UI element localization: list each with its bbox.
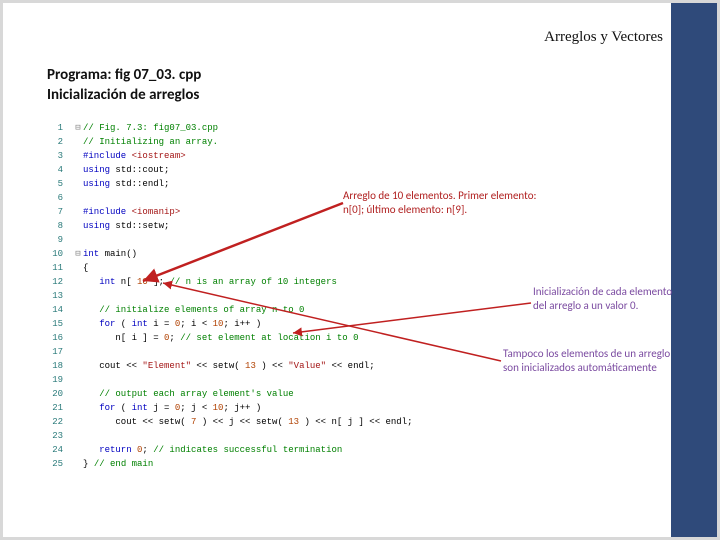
line-number: 20 — [47, 387, 63, 401]
code-block: 1⊟// Fig. 7.3: fig07_03.cpp2// Initializ… — [47, 121, 677, 521]
code-line: 19 — [47, 373, 677, 387]
code-line: 9 — [47, 233, 677, 247]
line-number: 11 — [47, 261, 63, 275]
code-line: 15 for ( int i = 0; i < 10; i++ ) — [47, 317, 677, 331]
code-text: // Fig. 7.3: fig07_03.cpp — [83, 121, 218, 135]
line-number: 16 — [47, 331, 63, 345]
code-text: cout << setw( 7 ) << j << setw( 13 ) << … — [83, 415, 413, 429]
line-number: 4 — [47, 163, 63, 177]
line-number: 22 — [47, 415, 63, 429]
fold-gutter: ⊟ — [73, 121, 83, 135]
code-line: 11 { — [47, 261, 677, 275]
code-line: 24 return 0; // indicates successful ter… — [47, 443, 677, 457]
code-line: 21 for ( int j = 0; j < 10; j++ ) — [47, 401, 677, 415]
line-number: 6 — [47, 191, 63, 205]
accent-bar — [671, 3, 717, 537]
code-text: #include <iostream> — [83, 149, 186, 163]
line-number: 5 — [47, 177, 63, 191]
line-number: 7 — [47, 205, 63, 219]
callout-initialization: Inicialización de cada elemento del arre… — [533, 285, 683, 313]
code-text: #include <iomanip> — [83, 205, 180, 219]
line-number: 9 — [47, 233, 63, 247]
code-line: 2 // Initializing an array. — [47, 135, 677, 149]
line-number: 17 — [47, 345, 63, 359]
line-number: 2 — [47, 135, 63, 149]
code-text: // Initializing an array. — [83, 135, 218, 149]
code-line: 23 — [47, 429, 677, 443]
code-line: 4 using std::cout; — [47, 163, 677, 177]
program-name: Programa: fig 07_03. cpp — [47, 65, 201, 85]
program-subtitle: Inicialización de arreglos — [47, 85, 201, 105]
line-number: 14 — [47, 303, 63, 317]
slide: Arreglos y Vectores Programa: fig 07_03.… — [3, 3, 717, 537]
line-number: 10 — [47, 247, 63, 261]
line-number: 21 — [47, 401, 63, 415]
code-text: for ( int j = 0; j < 10; j++ ) — [83, 401, 261, 415]
code-text: int n[ 10 ]; // n is an array of 10 inte… — [83, 275, 337, 289]
code-text: cout << "Element" << setw( 13 ) << "Valu… — [83, 359, 375, 373]
line-number: 23 — [47, 429, 63, 443]
callout-auto-init: Tampoco los elementos de un arreglo son … — [503, 347, 673, 375]
code-text: { — [83, 261, 88, 275]
code-text: int main() — [83, 247, 137, 261]
line-number: 19 — [47, 373, 63, 387]
code-line: 10 ⊟int main() — [47, 247, 677, 261]
code-text: for ( int i = 0; i < 10; i++ ) — [83, 317, 261, 331]
line-number: 15 — [47, 317, 63, 331]
code-text: } // end main — [83, 457, 153, 471]
slide-titles: Programa: fig 07_03. cpp Inicialización … — [47, 65, 201, 106]
code-text: return 0; // indicates successful termin… — [83, 443, 342, 457]
code-line: 20 // output each array element's value — [47, 387, 677, 401]
line-number: 3 — [47, 149, 63, 163]
line-number: 8 — [47, 219, 63, 233]
code-text: using std::endl; — [83, 177, 169, 191]
code-line: 22 cout << setw( 7 ) << j << setw( 13 ) … — [47, 415, 677, 429]
code-text: using std::setw; — [83, 219, 169, 233]
code-line: 1 ⊟// Fig. 7.3: fig07_03.cpp — [47, 121, 677, 135]
code-line: 3 #include <iostream> — [47, 149, 677, 163]
line-number: 13 — [47, 289, 63, 303]
code-text: // output each array element's value — [83, 387, 294, 401]
line-number: 1 — [47, 121, 63, 135]
line-number: 18 — [47, 359, 63, 373]
code-line: 25 } // end main — [47, 457, 677, 471]
code-line: 8 using std::setw; — [47, 219, 677, 233]
callout-array-declaration: Arreglo de 10 elementos. Primer elemento… — [343, 189, 553, 217]
slide-header: Arreglos y Vectores — [544, 29, 663, 46]
code-text: using std::cout; — [83, 163, 169, 177]
code-line: 16 n[ i ] = 0; // set element at locatio… — [47, 331, 677, 345]
fold-gutter: ⊟ — [73, 247, 83, 261]
line-number: 25 — [47, 457, 63, 471]
line-number: 24 — [47, 443, 63, 457]
line-number: 12 — [47, 275, 63, 289]
code-text: // initialize elements of array n to 0 — [83, 303, 304, 317]
code-text: n[ i ] = 0; // set element at location i… — [83, 331, 358, 345]
